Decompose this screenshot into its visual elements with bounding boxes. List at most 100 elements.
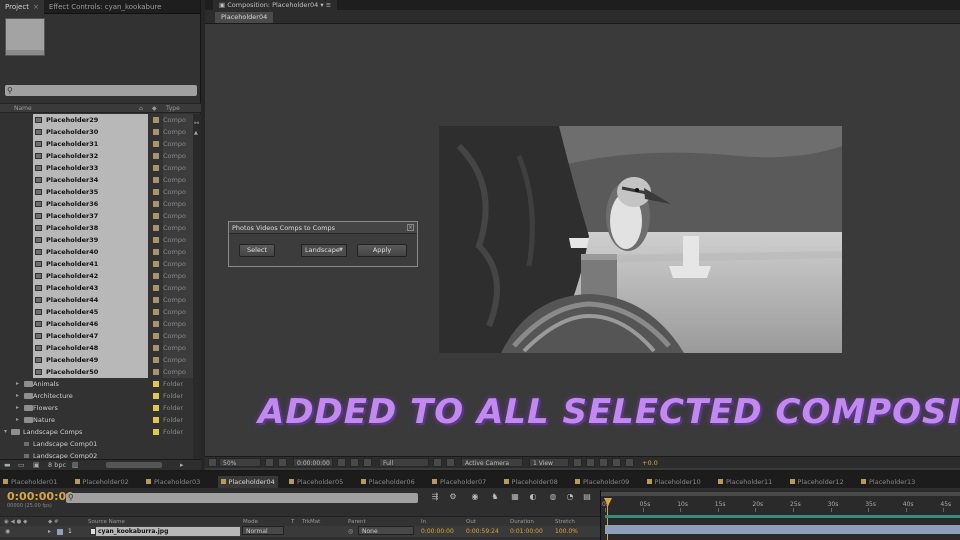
project-item-comp[interactable]: Placeholder50 Compo [0, 366, 193, 378]
project-item-comp[interactable]: Placeholder43 Compo [0, 282, 193, 294]
bit-depth-button[interactable]: 8 bpc [48, 460, 66, 470]
graph-editor-icon[interactable]: ◍ [548, 492, 558, 502]
zoom-dropdown[interactable]: 50% [219, 458, 261, 467]
apply-button[interactable]: Apply [357, 244, 407, 257]
project-item-folder[interactable]: ▸ Animals Folder [0, 378, 193, 390]
mask-visibility-icon[interactable] [278, 458, 287, 467]
transparency-grid-icon[interactable] [446, 458, 455, 467]
camera-dropdown[interactable]: Active Camera [461, 458, 523, 467]
expand-chevron-icon[interactable]: ▸ [16, 390, 19, 402]
timeline-tab[interactable]: Placeholder12 [789, 476, 844, 488]
pickwhip-icon[interactable]: ◎ [348, 526, 353, 537]
layer-source-name[interactable]: cyan_kookaburra.jpg [98, 526, 168, 537]
exposure-value[interactable]: +0.0 [642, 458, 658, 468]
tab-project[interactable]: Project × [0, 0, 44, 14]
expand-chevron-icon[interactable]: ▸ [16, 378, 19, 390]
region-of-interest-icon[interactable] [433, 458, 442, 467]
timeline-search-input[interactable]: ⚲ [66, 493, 418, 503]
project-item-comp[interactable]: Placeholder29 Compo [0, 114, 193, 126]
current-time-display[interactable]: 0:00:00:00 [7, 491, 74, 502]
column-name[interactable]: Name [14, 104, 32, 113]
timeline-tab[interactable]: Placeholder06 [360, 476, 415, 488]
label-swatch[interactable] [153, 309, 159, 315]
label-swatch[interactable] [153, 141, 159, 147]
frame-blending-icon[interactable]: ▦ [510, 492, 520, 502]
show-snapshot-icon[interactable] [350, 458, 359, 467]
new-folder-icon[interactable]: ▭ [18, 461, 27, 469]
project-item-comp[interactable]: Placeholder46 Compo [0, 318, 193, 330]
fast-preview-icon[interactable] [586, 458, 595, 467]
label-swatch[interactable] [153, 273, 159, 279]
project-item-comp[interactable]: Placeholder32 Compo [0, 150, 193, 162]
expand-chevron-icon[interactable]: ▸ [48, 526, 51, 537]
current-time-field[interactable]: 0:00:00:00 [293, 458, 333, 467]
comp-subtab-placeholder04[interactable]: Placeholder04 [215, 12, 274, 23]
toggle-pixel-aspect-icon[interactable] [573, 458, 582, 467]
comp-mini-flowchart-icon[interactable]: ⇶ [430, 492, 440, 502]
layer-duration-bar[interactable] [605, 525, 960, 534]
label-swatch[interactable] [153, 189, 159, 195]
label-swatch[interactable] [153, 297, 159, 303]
project-item-comp[interactable]: Placeholder31 Compo [0, 138, 193, 150]
scroll-right-icon[interactable]: ▸ [180, 461, 189, 469]
expand-chevron-icon[interactable]: ▸ [16, 402, 19, 414]
horizontal-scrollbar[interactable] [106, 462, 162, 468]
layer-label-swatch[interactable] [57, 529, 63, 535]
timeline-tab[interactable]: Placeholder09 [575, 476, 629, 488]
timeline-tab[interactable]: Placeholder03 [146, 476, 200, 488]
timeline-tab[interactable]: Placeholder10 [646, 476, 701, 488]
view-layout-dropdown[interactable]: 1 View [529, 458, 569, 467]
draft-3d-icon[interactable]: ◉ [470, 492, 480, 502]
project-item-comp[interactable]: Placeholder38 Compo [0, 222, 193, 234]
project-item-comp[interactable]: Placeholder48 Compo [0, 342, 193, 354]
project-item-comp[interactable]: Placeholder36 Compo [0, 198, 193, 210]
label-swatch[interactable] [153, 285, 159, 291]
project-scrollbar[interactable]: ⚯ ▲ [193, 114, 201, 459]
timeline-tab[interactable]: Placeholder11 [718, 476, 772, 488]
duration-value[interactable]: 0:01:00:00 [510, 526, 543, 537]
label-tag-icon[interactable]: ◆ [152, 104, 157, 113]
label-swatch[interactable] [153, 381, 159, 387]
project-item-comp[interactable]: Placeholder49 Compo [0, 354, 193, 366]
project-item-comp[interactable]: Placeholder44 Compo [0, 294, 193, 306]
label-swatch[interactable] [153, 153, 159, 159]
label-swatch[interactable] [153, 393, 159, 399]
expand-chevron-icon[interactable]: ▾ [4, 426, 7, 438]
label-swatch[interactable] [153, 345, 159, 351]
tab-effect-controls[interactable]: Effect Controls: cyan_kookabure [44, 0, 189, 14]
project-item-comp[interactable]: Landscape Comp01 [0, 438, 193, 450]
label-swatch[interactable] [153, 321, 159, 327]
shy-icon[interactable]: ♞ [490, 492, 500, 502]
project-item-folder[interactable]: ▸ Architecture Folder [0, 390, 193, 402]
work-area-bar[interactable] [601, 492, 960, 496]
label-swatch[interactable] [153, 333, 159, 339]
project-item-comp[interactable]: Placeholder47 Compo [0, 330, 193, 342]
composition-viewer[interactable] [439, 126, 842, 353]
timeline-tab[interactable]: Placeholder13 [861, 476, 915, 488]
timeline-tab[interactable]: Placeholder07 [432, 476, 486, 488]
timeline-layer-row[interactable]: ◉ ▸ 1 cyan_kookaburra.jpg Normal ◎ None … [0, 526, 600, 537]
time-ruler[interactable]: 0s 05s 10s 15s 20s 25s 30s 35s 40s 45s [600, 490, 960, 540]
label-swatch[interactable] [153, 129, 159, 135]
project-item-comp[interactable]: Placeholder40 Compo [0, 246, 193, 258]
exposure-reset-icon[interactable] [625, 458, 634, 467]
render-queue-icon[interactable]: ▤ [582, 492, 592, 502]
always-preview-icon[interactable] [208, 458, 217, 467]
eye-icon[interactable]: ◉ [5, 526, 10, 537]
project-item-comp[interactable]: Placeholder34 Compo [0, 174, 193, 186]
sort-tag-icon[interactable]: ⌂ [139, 104, 143, 113]
label-swatch[interactable] [153, 249, 159, 255]
expand-chevron-icon[interactable]: ▸ [16, 414, 19, 426]
tab-menu-icon[interactable]: ▾ ≡ [318, 1, 331, 9]
label-swatch[interactable] [153, 261, 159, 267]
project-search-input[interactable]: ⚲ [5, 85, 197, 96]
comp-type-dropdown[interactable]: Landscape ▼ [301, 244, 347, 257]
project-item-folder[interactable]: ▸ Flowers Folder [0, 402, 193, 414]
scroll-up-icon[interactable]: ▲ [194, 130, 198, 136]
interpret-footage-icon[interactable]: ▬ [4, 461, 13, 469]
camera-snapshot-icon[interactable] [337, 458, 346, 467]
label-swatch[interactable] [153, 117, 159, 123]
tab-composition[interactable]: ▣ Composition: Placeholder04 ▾ ≡ [213, 0, 338, 10]
in-point[interactable]: 0:00:00:00 [421, 526, 454, 537]
label-swatch[interactable] [153, 225, 159, 231]
